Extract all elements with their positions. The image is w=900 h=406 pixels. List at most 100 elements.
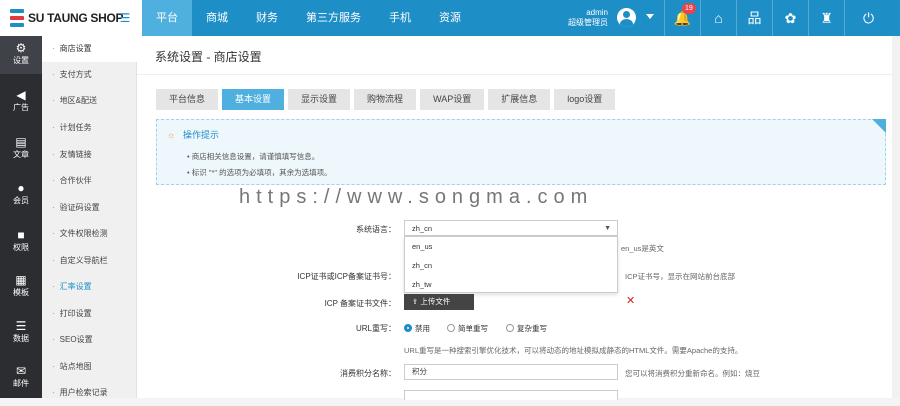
- gear-icon: ⚙: [15, 41, 27, 55]
- tip-line: • 商店相关信息设置，请谨慎填写信息。: [187, 152, 320, 161]
- tab-extended-info[interactable]: 扩展信息: [488, 89, 551, 110]
- submenu-item[interactable]: 商店设置: [42, 36, 137, 62]
- url-radio-complex[interactable]: 复杂重写: [506, 323, 547, 334]
- submenu-item[interactable]: 站点地图: [42, 354, 137, 380]
- tip-line-text: 标识 "*" 的选项为必填项，其余为选填项。: [191, 168, 332, 177]
- sidebar-item-templates[interactable]: ▦ 模板: [0, 268, 42, 306]
- lang-select-value: zh_cn: [412, 224, 433, 233]
- lang-help: en_us是英文: [621, 244, 664, 253]
- sidebar-item-articles[interactable]: ▤ 文章: [0, 130, 42, 168]
- points-label: 消费积分名称：: [340, 369, 396, 378]
- upload-label: 上传文件: [420, 297, 451, 306]
- sidebar-item-data[interactable]: ☰ 数据: [0, 314, 42, 352]
- submenu-item[interactable]: SEO设置: [42, 327, 137, 353]
- url-label: URL重写：: [355, 324, 396, 333]
- sidebar-item-label: 数据: [13, 334, 29, 343]
- sidebar: ⚙ 设置 ◀ 广告 ▤ 文章 ● 会员 ■ 权限 ▦ 模板 ☰ 数据 ✉ 邮件: [0, 36, 42, 398]
- sitemap-icon[interactable]: 品: [736, 0, 772, 36]
- submenu-item[interactable]: 汇率设置: [42, 274, 137, 300]
- next-field-input[interactable]: [404, 390, 618, 400]
- sidebar-item-settings[interactable]: ⚙ 设置: [0, 36, 42, 74]
- mail-icon: ✉: [15, 364, 27, 378]
- home-icon[interactable]: ⌂: [700, 0, 736, 36]
- sidebar-item-label: 权限: [13, 243, 29, 252]
- tab-platform-info[interactable]: 平台信息: [156, 89, 219, 110]
- tip-title-text: 操作提示: [183, 130, 220, 140]
- submenu-item[interactable]: 文件权限检测: [42, 221, 137, 247]
- submenu-item[interactable]: 自定义导航栏: [42, 248, 137, 274]
- nav-platform[interactable]: 平台: [142, 0, 192, 36]
- tip-panel: ☼ 操作提示 • 商店相关信息设置，请谨慎填写信息。 • 标识 "*" 的选项为必…: [156, 119, 886, 185]
- main-nav: 平台 商城 财务 第三方服务 手机 资源: [142, 0, 475, 36]
- sidebar-item-label: 模板: [13, 288, 29, 297]
- palette-icon[interactable]: ✿: [772, 0, 808, 36]
- sidebar-item-mail[interactable]: ✉ 邮件: [0, 359, 42, 397]
- tip-line: • 标识 "*" 的选项为必填项，其余为选填项。: [187, 168, 332, 177]
- sidebar-item-ads[interactable]: ◀ 广告: [0, 83, 42, 121]
- avatar[interactable]: [617, 8, 636, 27]
- nav-resources[interactable]: 资源: [425, 0, 475, 36]
- database-icon: ☰: [15, 319, 27, 333]
- radio-label: 简单重写: [458, 324, 488, 333]
- tab-bar: 平台信息 基本设置 显示设置 购物流程 WAP设置 扩展信息 logo设置: [156, 89, 619, 110]
- nav-mobile[interactable]: 手机: [375, 0, 425, 36]
- settings-form: 系统语言： zh_cn ▼ en_us是英文 en_us zh_cn zh_tw…: [156, 199, 886, 400]
- lang-option[interactable]: zh_tw: [405, 275, 617, 294]
- broom-icon[interactable]: ♜: [808, 0, 844, 36]
- remove-icon[interactable]: ✕: [626, 294, 635, 307]
- lang-option[interactable]: zh_cn: [405, 256, 617, 275]
- sidebar-item-members[interactable]: ● 会员: [0, 176, 42, 214]
- chevron-down-icon[interactable]: [646, 14, 654, 19]
- sidebar-item-label: 设置: [13, 56, 29, 65]
- nav-third-party[interactable]: 第三方服务: [292, 0, 375, 36]
- tab-basic-settings[interactable]: 基本设置: [222, 89, 285, 110]
- submenu-item[interactable]: 友情链接: [42, 142, 137, 168]
- user-info[interactable]: admin 超级管理员: [566, 8, 608, 28]
- icp-file-label: ICP 备案证书文件：: [324, 299, 396, 308]
- url-radio-simple[interactable]: 简单重写: [447, 323, 488, 334]
- upload-button[interactable]: ⇪ 上传文件: [404, 294, 474, 310]
- submenu-item[interactable]: 计划任务: [42, 115, 137, 141]
- sidebar-item-label: 文章: [13, 150, 29, 159]
- nav-mall[interactable]: 商城: [192, 0, 242, 36]
- scrollbar[interactable]: [892, 36, 900, 398]
- submenu-item[interactable]: 支付方式: [42, 62, 137, 88]
- power-icon[interactable]: ⏻: [844, 0, 892, 36]
- document-icon: ▤: [15, 135, 27, 149]
- user-name: admin: [586, 8, 608, 17]
- chevron-down-icon: ▼: [604, 225, 611, 232]
- radio-label: 复杂重写: [517, 324, 547, 333]
- url-radio-disabled[interactable]: 禁用: [404, 323, 430, 334]
- collapse-corner-icon[interactable]: [872, 119, 886, 133]
- tab-shopping-flow[interactable]: 购物流程: [354, 89, 417, 110]
- submenu-item[interactable]: 地区&配送: [42, 88, 137, 114]
- logo-mark-icon: [10, 9, 24, 27]
- main-content: 系统设置 - 商店设置 平台信息 基本设置 显示设置 购物流程 WAP设置 扩展…: [137, 36, 900, 400]
- points-help: 您可以将消费积分重新命名。例如：烧豆: [625, 369, 760, 378]
- tip-line-text: 商店相关信息设置，请谨慎填写信息。: [191, 152, 320, 161]
- tab-logo-settings[interactable]: logo设置: [554, 89, 616, 110]
- icp-label: ICP证书或ICP备案证书号：: [297, 272, 396, 281]
- brand-name: SU TAUNG SHOP: [28, 11, 124, 25]
- submenu-item[interactable]: 合作伙伴: [42, 168, 137, 194]
- submenu-item[interactable]: 打印设置: [42, 301, 137, 327]
- submenu-item[interactable]: 用户检索记录: [42, 380, 137, 406]
- megaphone-icon: ◀: [16, 88, 26, 102]
- user-role: 超级管理员: [568, 18, 608, 27]
- grid-icon: ▦: [15, 273, 27, 287]
- sidebar-item-permissions[interactable]: ■ 权限: [0, 223, 42, 261]
- user-icon: ●: [17, 181, 25, 195]
- lang-select[interactable]: zh_cn ▼: [404, 220, 618, 236]
- notification-badge: 19: [682, 3, 696, 14]
- lightbulb-icon: ☼: [167, 130, 176, 140]
- sidebar-item-label: 邮件: [13, 379, 29, 388]
- tip-title: ☼ 操作提示: [167, 128, 219, 141]
- icp-help: ICP证书号，显示在网站前台底部: [625, 272, 736, 281]
- tab-wap-settings[interactable]: WAP设置: [420, 89, 485, 110]
- lang-option[interactable]: en_us: [405, 237, 617, 256]
- submenu-item[interactable]: 验证码设置: [42, 195, 137, 221]
- nav-finance[interactable]: 财务: [242, 0, 292, 36]
- points-name-input[interactable]: 积分: [404, 364, 618, 380]
- tab-display-settings[interactable]: 显示设置: [288, 89, 351, 110]
- menu-toggle-icon[interactable]: ☰: [118, 11, 132, 25]
